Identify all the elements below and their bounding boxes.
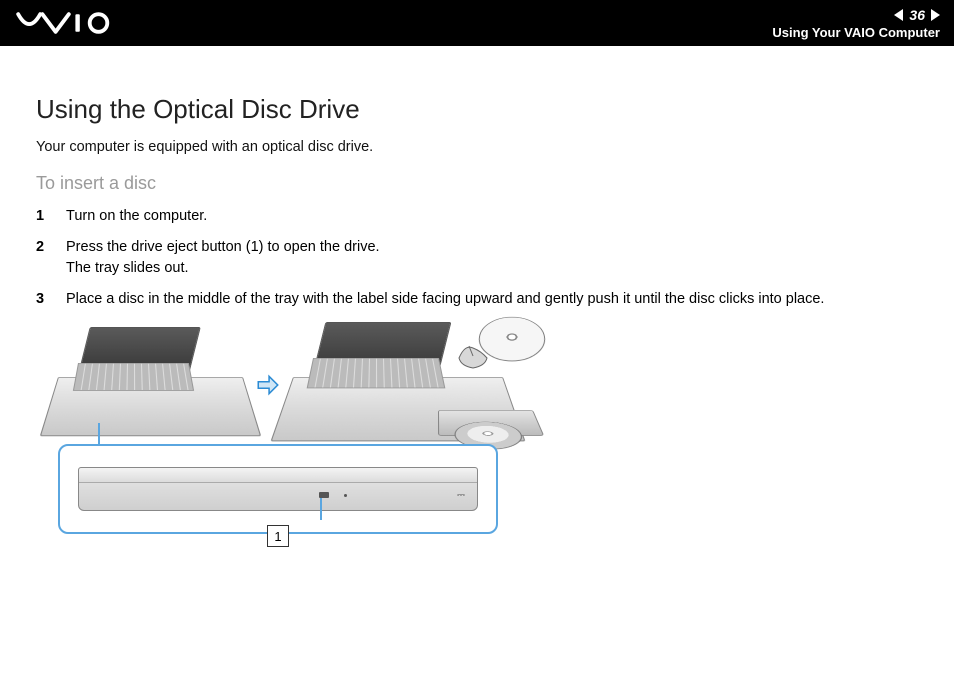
prev-page-icon[interactable] (894, 9, 903, 21)
section-title: Using Your VAIO Computer (772, 25, 940, 40)
next-page-icon[interactable] (931, 9, 940, 21)
page-header: 36 Using Your VAIO Computer (0, 0, 954, 46)
step-number: 2 (36, 237, 50, 279)
intro-text: Your computer is equipped with an optica… (36, 139, 918, 155)
list-item: 1 Turn on the computer. (36, 206, 918, 227)
instruction-figure: ⎓ 1 (58, 322, 518, 534)
list-item: 2 Press the drive eject button (1) to op… (36, 237, 918, 279)
arrow-right-icon (253, 372, 283, 403)
step-list: 1 Turn on the computer. 2 Press the driv… (36, 206, 918, 310)
callout-label: 1 (267, 525, 289, 547)
sub-heading: To insert a disc (36, 173, 918, 194)
usb-icon: ⎓ (457, 490, 465, 501)
step-number: 3 (36, 289, 50, 310)
hand-icon (455, 340, 491, 370)
step-text: Turn on the computer. (66, 206, 918, 227)
laptop-open-tray-illustration (293, 322, 503, 452)
callout-number: 1 (274, 529, 281, 544)
vaio-logo (16, 12, 137, 34)
list-item: 3 Place a disc in the middle of the tray… (36, 289, 918, 310)
laptop-closed-illustration (58, 327, 243, 447)
step-text: Place a disc in the middle of the tray w… (66, 289, 918, 310)
page-heading: Using the Optical Disc Drive (36, 94, 918, 125)
pinhole-icon (344, 494, 347, 497)
step-text: Press the drive eject button (1) to open… (66, 237, 918, 279)
step-number: 1 (36, 206, 50, 227)
side-view-panel: ⎓ 1 (58, 444, 498, 534)
laptop-side-illustration: ⎓ (78, 467, 478, 511)
page-number: 36 (909, 7, 925, 23)
